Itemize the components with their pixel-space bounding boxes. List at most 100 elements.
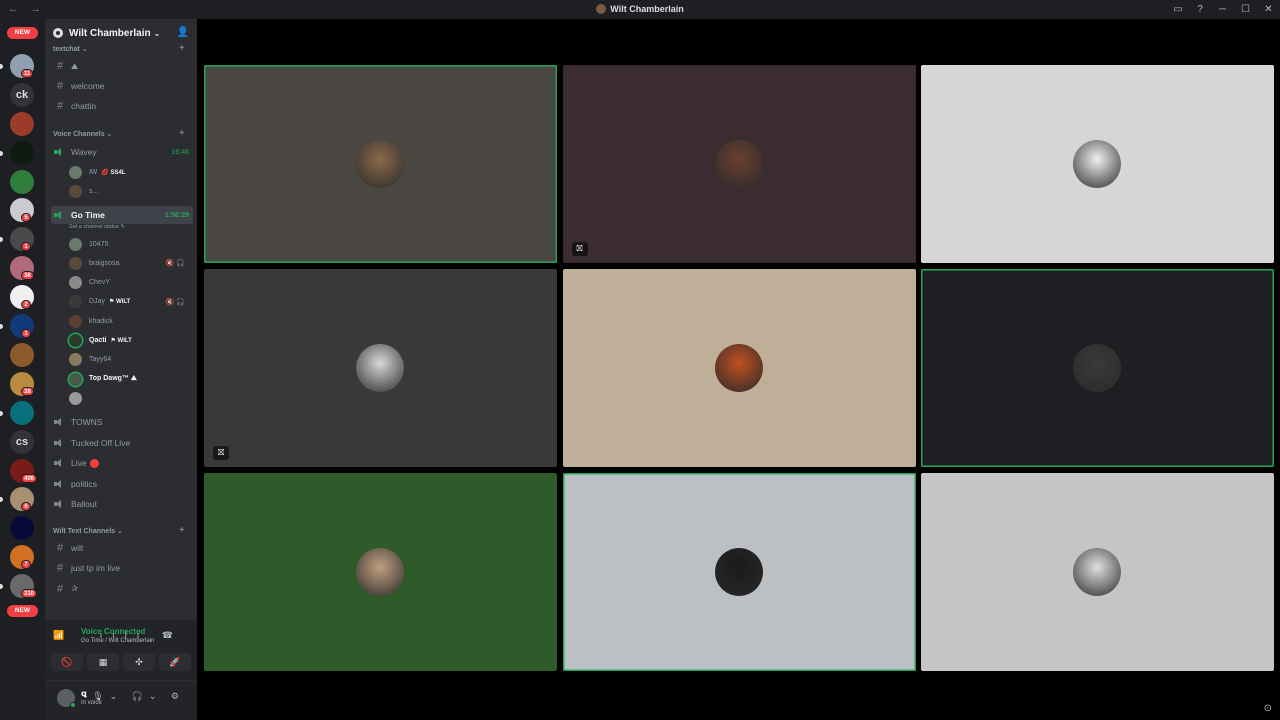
- text-channel-row[interactable]: # welcome: [51, 77, 193, 95]
- help-icon[interactable]: ?: [1189, 4, 1211, 15]
- voice-member[interactable]: braigsosa 🔇🎧: [69, 254, 193, 272]
- voice-channel-row[interactable]: Ballout: [51, 495, 193, 513]
- server-icon[interactable]: ck: [10, 82, 34, 107]
- screenshare-button[interactable]: ▦: [87, 653, 119, 671]
- channel-name: Go Time: [71, 210, 105, 220]
- new-badge[interactable]: NEW: [7, 27, 38, 39]
- video-grid: ⊙ ⛝ ⛝: [197, 19, 1280, 720]
- text-channel-row[interactable]: # just tp im live: [51, 559, 193, 577]
- unread-badge: 11: [21, 68, 34, 78]
- server-icon[interactable]: cs: [10, 429, 34, 454]
- server-icon[interactable]: [10, 111, 34, 136]
- voice-member[interactable]: ꟿ 💋 SS4L: [69, 163, 193, 181]
- activities-button[interactable]: ✣: [123, 653, 155, 671]
- new-badge[interactable]: NEW: [7, 605, 38, 617]
- server-icon: [53, 28, 63, 38]
- muted-deafened-icon: 🔇🎧: [165, 260, 187, 268]
- voice-channel-row[interactable]: Live: [51, 454, 193, 472]
- voice-member[interactable]: ChevY: [69, 274, 193, 292]
- signal-icon[interactable]: 📶: [53, 630, 64, 641]
- category-voice-channels[interactable]: Voice Channels ⌄ +: [53, 128, 185, 139]
- server-icon[interactable]: [10, 169, 34, 194]
- hashtag-icon: #: [56, 582, 64, 595]
- voice-member[interactable]: s...: [69, 182, 193, 200]
- maximize-button[interactable]: ☐: [1234, 4, 1257, 15]
- server-icon[interactable]: [10, 516, 34, 541]
- text-channel-row[interactable]: # ⛰: [51, 57, 193, 75]
- participant-tile[interactable]: [921, 65, 1275, 263]
- hashtag-icon: #: [56, 100, 64, 112]
- server-icon[interactable]: [10, 400, 34, 425]
- chevron-down-icon: ⌄: [153, 28, 161, 38]
- unread-badge: 310: [21, 589, 38, 599]
- voice-channel-wavey[interactable]: Wavey 16:46: [51, 143, 193, 161]
- unread-badge: 5: [21, 213, 31, 223]
- avatar: [69, 295, 82, 309]
- member-tag: ⚑ WILT: [108, 299, 131, 306]
- inbox-icon[interactable]: ▭: [1167, 4, 1189, 15]
- user-controls[interactable]: 🎙⌄ 🎧⌄ ⚙: [92, 691, 185, 702]
- speaker-icon: [54, 147, 65, 157]
- soundboard-button[interactable]: 🚀: [159, 653, 191, 671]
- unread-pill: [0, 237, 3, 243]
- avatar: [69, 276, 82, 290]
- participant-tile[interactable]: [204, 65, 557, 263]
- participant-avatar: [356, 344, 404, 392]
- unread-badge: 38: [21, 271, 34, 281]
- participant-tile[interactable]: [204, 473, 557, 671]
- voice-member[interactable]: [69, 389, 193, 407]
- participant-tile[interactable]: [921, 269, 1275, 467]
- hashtag-icon: #: [56, 542, 64, 554]
- voice-controls-icons[interactable]: ıılı ☎: [100, 630, 183, 641]
- participant-avatar: [1073, 548, 1122, 596]
- channel-name: welcome: [71, 81, 105, 91]
- server-header[interactable]: Wilt Chamberlain ⌄ 👤: [45, 19, 197, 47]
- speaker-icon: [54, 479, 65, 489]
- popout-icon[interactable]: ⊙: [1264, 703, 1272, 714]
- category-wilt-text-channels[interactable]: Wilt Text Channels ⌄ +: [53, 525, 185, 536]
- muted-deafened-icon: 🔇🎧: [165, 298, 187, 306]
- avatar: [69, 353, 82, 367]
- voice-channel-row[interactable]: Tucked Off Live: [51, 434, 193, 452]
- add-channel-icon[interactable]: +: [179, 128, 185, 139]
- avatar: [69, 334, 82, 347]
- voice-member[interactable]: khadick: [69, 312, 193, 330]
- text-channel-row[interactable]: # wilt: [51, 539, 193, 557]
- participant-tile[interactable]: [562, 269, 916, 467]
- invite-icon[interactable]: 👤: [177, 27, 189, 38]
- voice-channel-go-time[interactable]: Go Time 1:56:29: [51, 206, 193, 224]
- member-name: Qacti: [89, 337, 107, 344]
- voice-member[interactable]: Top Dawg™ ⛰: [69, 370, 193, 388]
- voice-member[interactable]: Qacti ⚑ WILT: [69, 332, 193, 350]
- user-name[interactable]: ꝗ: [81, 689, 87, 698]
- server-icon[interactable]: [10, 342, 34, 367]
- participant-tile[interactable]: ⛝: [562, 65, 916, 263]
- text-channel-row[interactable]: # chattin: [51, 97, 193, 115]
- add-channel-icon[interactable]: +: [179, 43, 185, 54]
- speaker-icon: [54, 499, 65, 509]
- text-channel-row[interactable]: # ✰: [51, 580, 193, 598]
- participant-tile[interactable]: ⛝: [204, 269, 557, 467]
- voice-member[interactable]: DJay ⚑ WILT 🔇🎧: [69, 293, 193, 311]
- participant-tile[interactable]: [562, 473, 916, 671]
- unread-pill: [0, 324, 3, 329]
- add-channel-icon[interactable]: +: [179, 525, 185, 536]
- window-title: Wilt Chamberlain: [0, 4, 1280, 14]
- unread-pill: [0, 497, 3, 503]
- camera-button[interactable]: 🚫: [51, 653, 83, 671]
- minimize-button[interactable]: ─: [1211, 4, 1234, 15]
- category-textchat[interactable]: textchat ⌄ +: [53, 43, 185, 54]
- close-button[interactable]: ✕: [1257, 4, 1280, 15]
- unread-pill: [0, 63, 3, 69]
- voice-channel-row[interactable]: politics: [51, 475, 193, 493]
- voice-member[interactable]: Tayy64: [69, 351, 193, 369]
- voice-channel-row[interactable]: TOWNS: [51, 413, 193, 431]
- participant-tile[interactable]: [921, 473, 1275, 671]
- voice-member[interactable]: 10475: [69, 235, 193, 253]
- channel-status[interactable]: Set a channel status ✎: [69, 224, 125, 230]
- server-icon[interactable]: [10, 140, 34, 165]
- member-name: Top Dawg™ ⛰: [89, 375, 137, 383]
- channel-name: Tucked Off Live: [71, 437, 131, 448]
- avatar: [69, 372, 82, 386]
- call-timer: 16:46: [171, 148, 189, 156]
